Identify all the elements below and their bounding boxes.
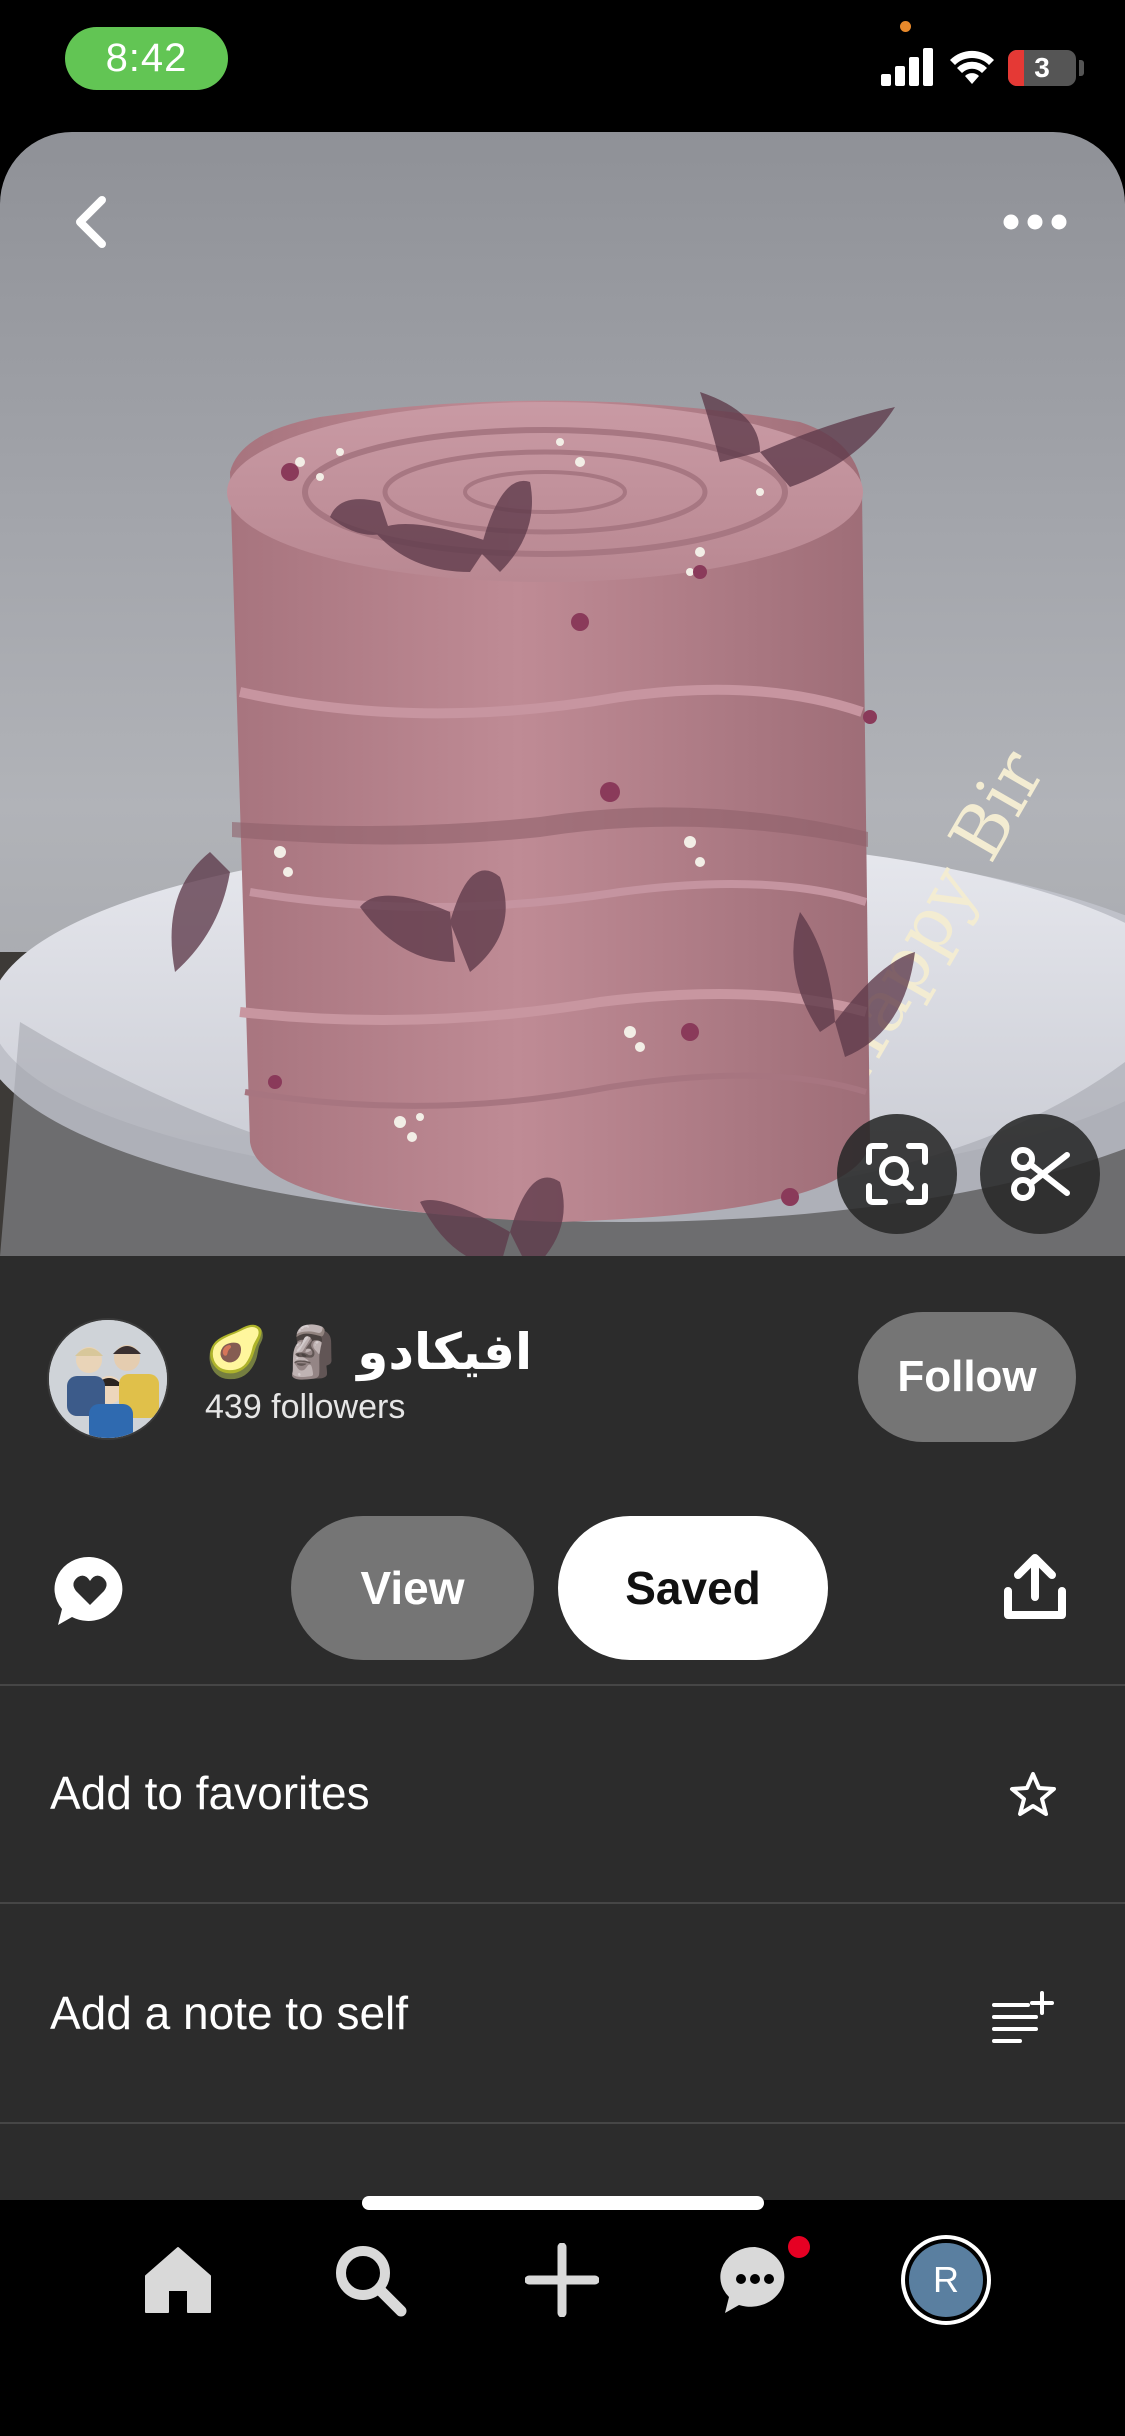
- tab-create[interactable]: [512, 2230, 612, 2330]
- tab-profile[interactable]: R: [896, 2230, 996, 2330]
- divider: [0, 2122, 1125, 2124]
- share-icon: [1004, 1554, 1066, 1619]
- chevron-left-icon: [76, 196, 106, 248]
- battery-icon: 3: [1008, 50, 1076, 86]
- home-icon: [145, 2247, 211, 2313]
- comment-heart-icon: [54, 1556, 123, 1625]
- messages-icon: [720, 2246, 785, 2313]
- battery-level: 3: [1034, 52, 1050, 83]
- group-photo: [49, 1320, 167, 1438]
- plus-icon: [525, 2243, 599, 2317]
- battery-cap: [1079, 60, 1084, 76]
- ellipsis-icon: [1003, 214, 1067, 230]
- more-options-button[interactable]: [990, 182, 1080, 262]
- saved-button[interactable]: Saved: [558, 1516, 828, 1660]
- star-icon: [1010, 1772, 1056, 1816]
- pin-image[interactable]: Happy Bir: [0, 132, 1125, 1256]
- author-name[interactable]: 🥑 🗿 افيكادو: [205, 1318, 532, 1386]
- follower-count: 439 followers: [205, 1388, 406, 1426]
- status-bar: 8:42 3: [0, 0, 1125, 130]
- lens-search-icon: [866, 1143, 928, 1205]
- add-note-label: Add a note to self: [50, 1987, 409, 2039]
- messages-notification-dot: [788, 2236, 810, 2258]
- author-avatar[interactable]: [47, 1318, 169, 1440]
- note-add-icon: [992, 1991, 1054, 2043]
- tab-home[interactable]: [128, 2230, 228, 2330]
- tab-messages[interactable]: [705, 2230, 810, 2330]
- home-indicator[interactable]: [362, 2196, 764, 2210]
- add-to-favorites-label: Add to favorites: [50, 1767, 370, 1819]
- privacy-indicator-dot: [900, 21, 911, 32]
- divider: [0, 1684, 1125, 1686]
- cutout-button[interactable]: [980, 1114, 1100, 1234]
- comment-button[interactable]: [52, 1553, 128, 1629]
- bottom-tab-bar: R: [0, 2200, 1125, 2436]
- divider: [0, 1902, 1125, 1904]
- wifi-icon: [950, 50, 994, 84]
- profile-avatar: R: [905, 2239, 987, 2321]
- status-time: 8:42: [65, 27, 228, 90]
- search-icon: [336, 2246, 407, 2317]
- cellular-signal-icon: [881, 48, 935, 86]
- scissors-icon: [1011, 1147, 1070, 1201]
- cake-illustration: Happy Bir: [0, 392, 1125, 1256]
- share-button[interactable]: [1002, 1553, 1068, 1623]
- view-button[interactable]: View: [291, 1516, 534, 1660]
- follow-button[interactable]: Follow: [858, 1312, 1076, 1442]
- back-button[interactable]: [50, 182, 130, 262]
- pin-info-sheet: 🥑 🗿 افيكادو 439 followers Follow View Sa…: [0, 1256, 1125, 2200]
- visual-search-button[interactable]: [837, 1114, 957, 1234]
- pin-detail-screen: 8:42 3 Happy Bir 🥑 🗿 افيكادو 439 followe…: [0, 0, 1125, 2436]
- tab-search[interactable]: [320, 2230, 420, 2330]
